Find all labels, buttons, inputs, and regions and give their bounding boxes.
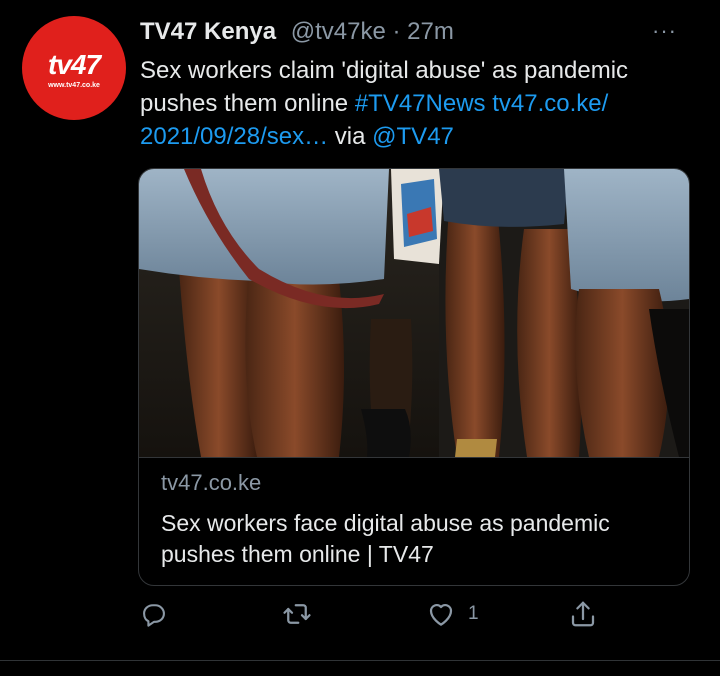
retweet-icon xyxy=(283,604,311,624)
mention-link[interactable]: @TV47 xyxy=(372,123,454,150)
display-name[interactable]: TV47 Kenya xyxy=(140,18,276,45)
heart-icon xyxy=(429,604,453,626)
reply-button[interactable] xyxy=(140,596,168,632)
card-body: tv47.co.ke Sex workers face digital abus… xyxy=(139,457,689,585)
like-button[interactable]: 1 xyxy=(426,596,479,632)
handle[interactable]: @tv47ke xyxy=(291,18,386,45)
via-text: via xyxy=(328,123,373,150)
separator: · xyxy=(385,18,408,45)
avatar-logo-text: tv47 xyxy=(47,49,101,80)
timestamp[interactable]: 27m xyxy=(407,18,454,45)
more-options-icon[interactable]: ··· xyxy=(652,18,677,44)
retweet-button[interactable] xyxy=(282,596,312,632)
reply-icon xyxy=(143,604,165,627)
share-button[interactable] xyxy=(568,596,598,632)
card-title[interactable]: Sex workers face digital abuse as pandem… xyxy=(161,508,671,570)
like-count: 1 xyxy=(468,603,479,624)
avatar[interactable]: tv47 www.tv47.co.ke xyxy=(22,16,126,120)
card-domain: tv47.co.ke xyxy=(161,470,262,495)
tweet-divider xyxy=(0,660,720,661)
avatar-url-text: www.tv47.co.ke xyxy=(48,82,100,89)
tweet-text: Sex workers claim 'digital abuse' as pan… xyxy=(140,54,700,153)
tweet-header: TV47 Kenya @tv47ke · 27m xyxy=(140,18,454,46)
card-image xyxy=(139,169,689,457)
share-icon xyxy=(571,601,595,627)
hashtag-link[interactable]: #TV47News xyxy=(355,90,486,117)
link-preview-card[interactable]: tv47.co.ke Sex workers face digital abus… xyxy=(138,168,690,586)
